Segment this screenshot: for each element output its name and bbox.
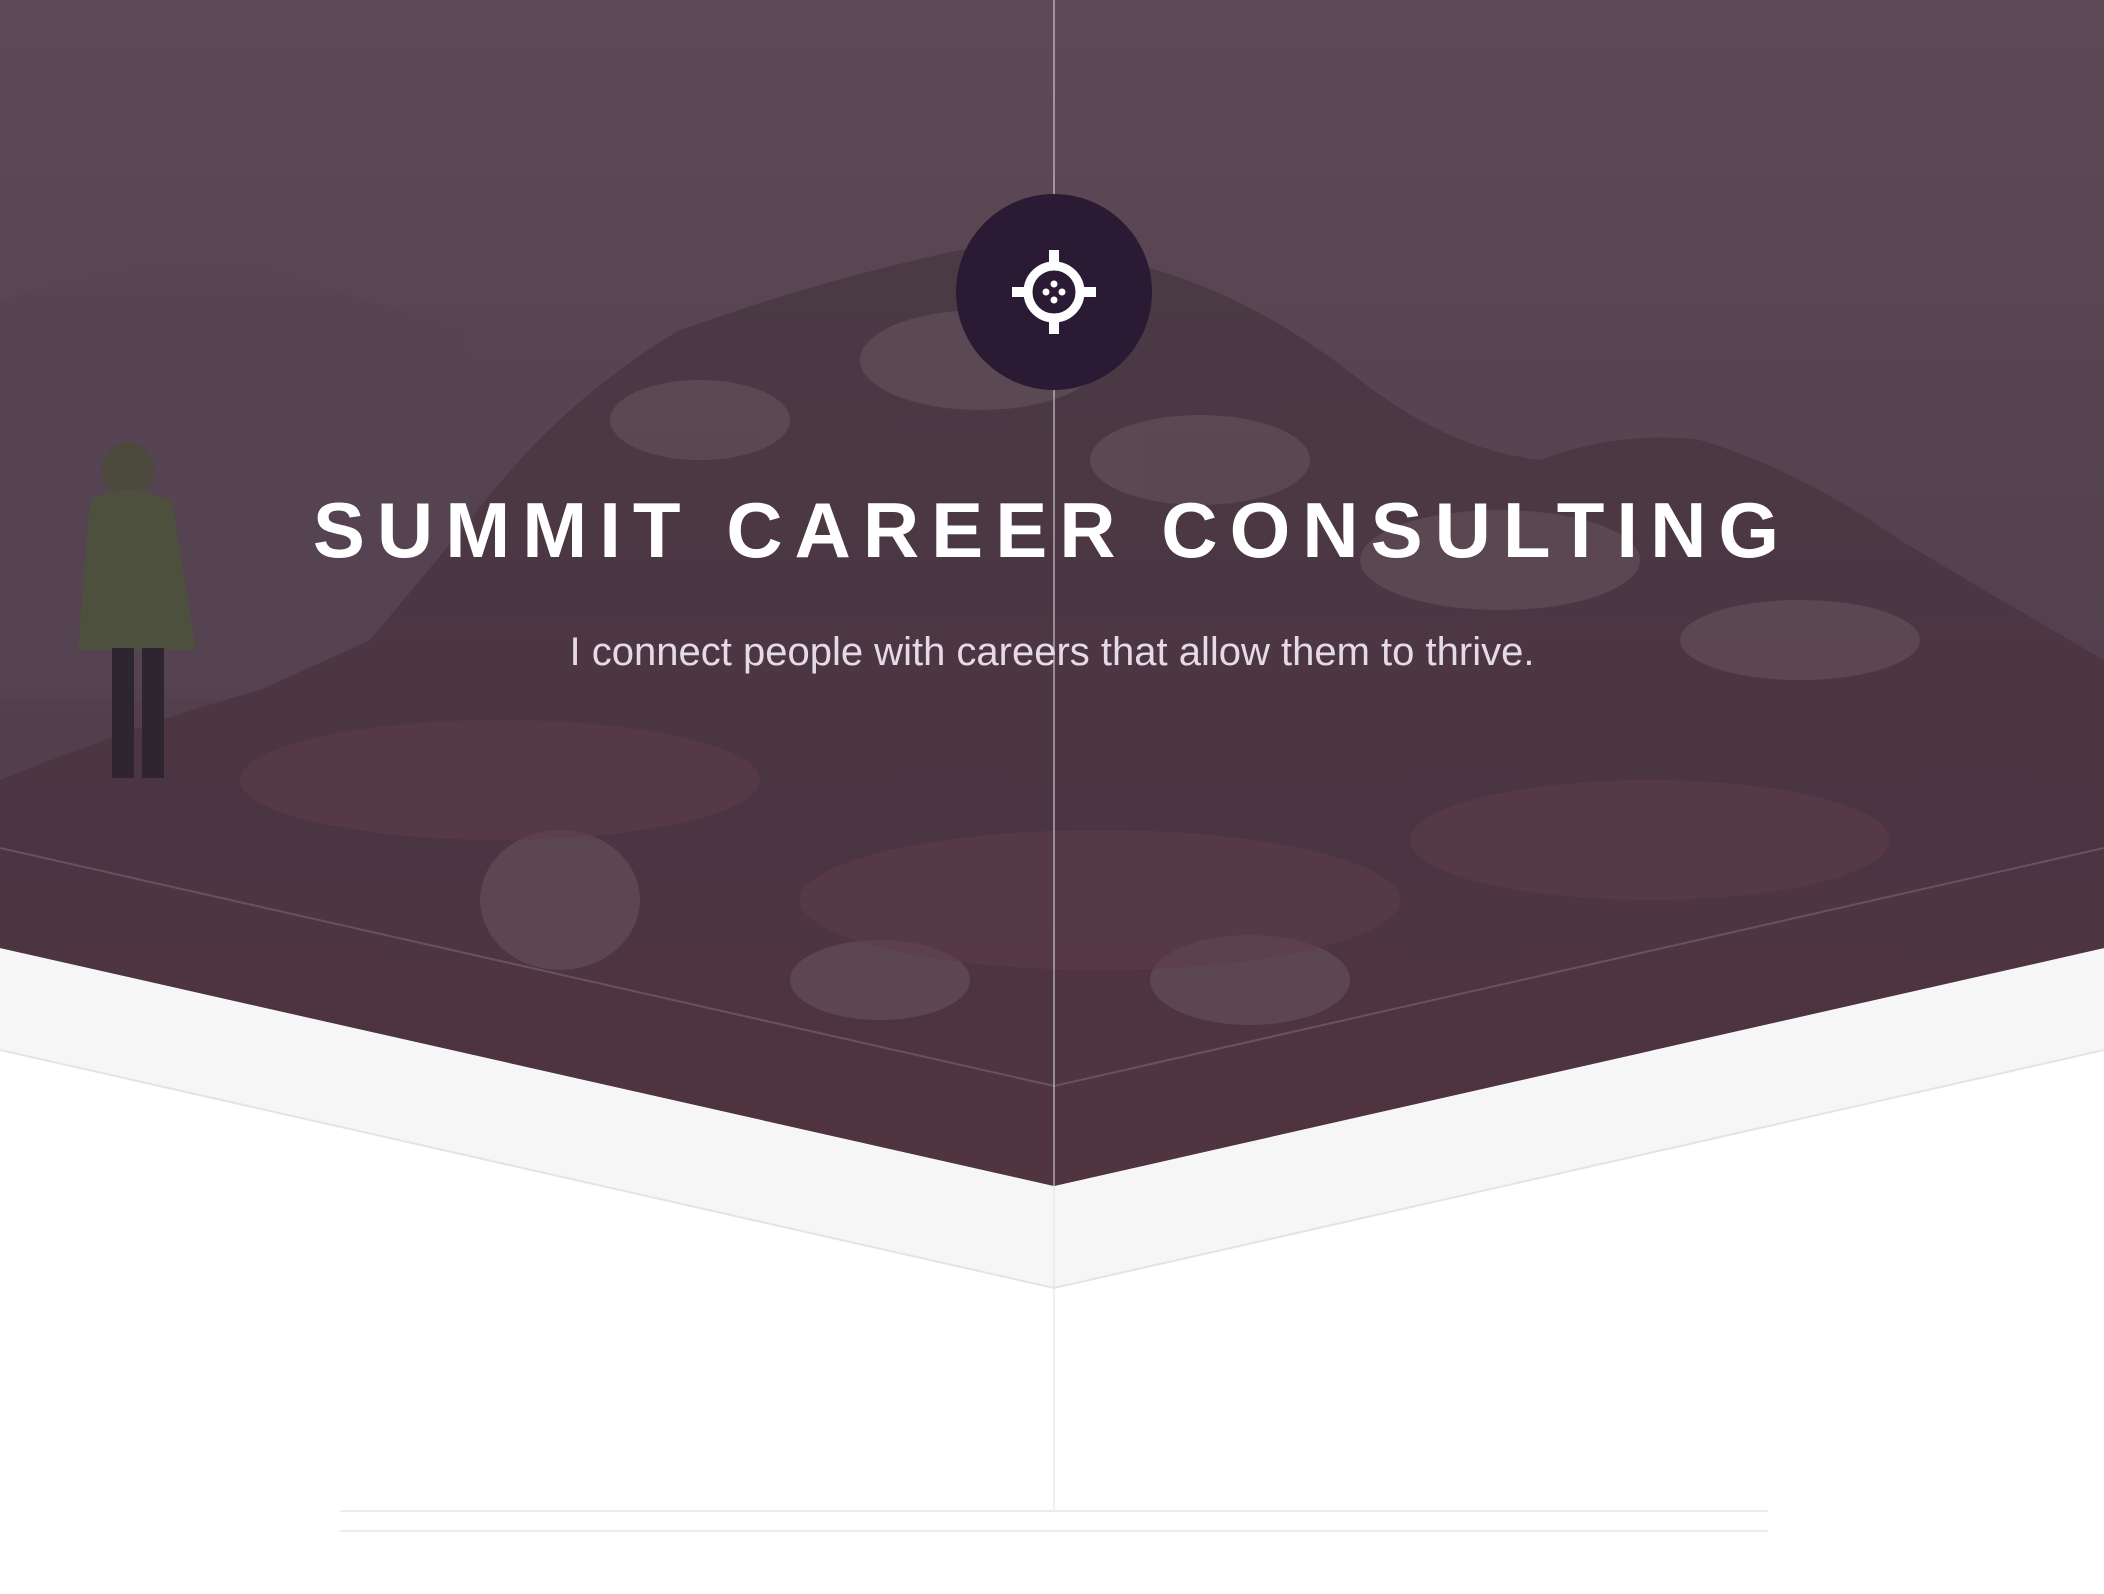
crosshair-icon <box>1012 250 1096 334</box>
divider-rule <box>340 1530 1768 1532</box>
logo-badge[interactable] <box>956 194 1152 390</box>
site-title: SUMMIT CAREER CONSULTING <box>312 486 1792 574</box>
site-tagline: I connect people with careers that allow… <box>569 630 1535 674</box>
page: SUMMIT CAREER CONSULTING I connect peopl… <box>0 0 2104 1594</box>
divider-rule <box>340 1510 1768 1512</box>
